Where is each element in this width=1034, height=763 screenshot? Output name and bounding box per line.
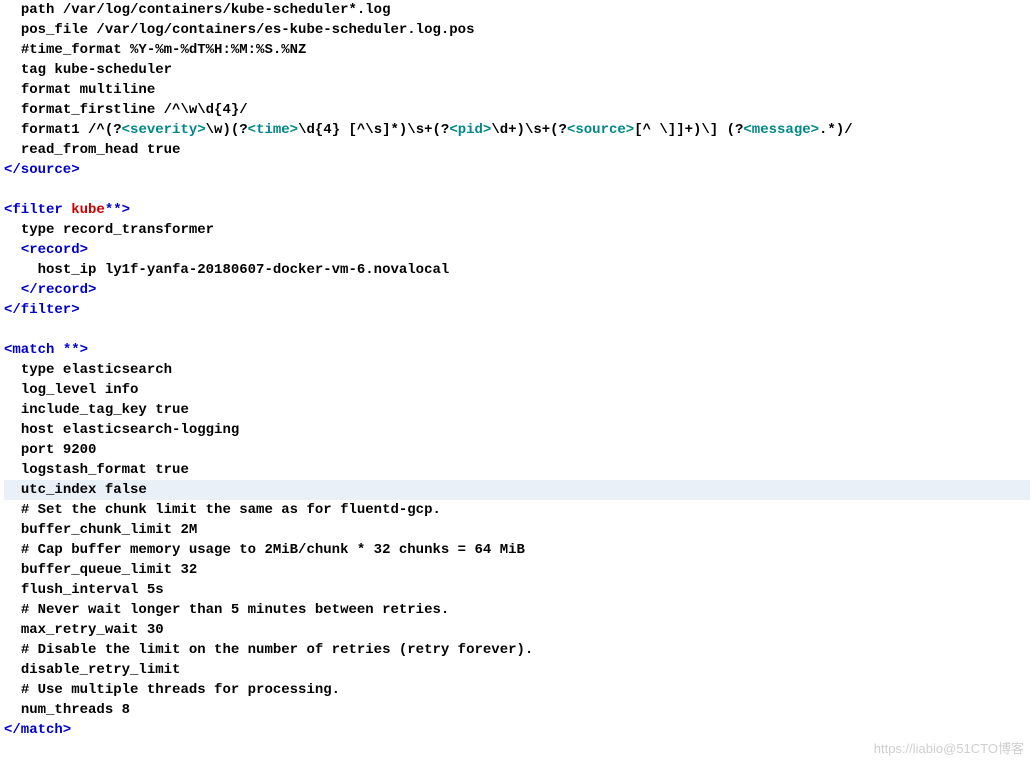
token-tag: </match>: [4, 722, 71, 738]
token-plain: \d+)\s+(?: [491, 122, 567, 138]
code-line: host elasticsearch-logging: [4, 420, 1030, 440]
code-line: host_ip ly1f-yanfa-20180607-docker-vm-6.…: [4, 260, 1030, 280]
token-grp: <time>: [248, 122, 298, 138]
token-plain: # Disable the limit on the number of ret…: [21, 642, 533, 658]
token-plain: logstash_format true: [21, 462, 189, 478]
token-plain: read_from_head true: [21, 142, 181, 158]
token-plain: port 9200: [21, 442, 97, 458]
token-kw: kube: [71, 202, 105, 218]
token-plain: host elasticsearch-logging: [21, 422, 239, 438]
code-line: format multiline: [4, 80, 1030, 100]
token-plain: disable_retry_limit: [21, 662, 181, 678]
token-plain: # Use multiple threads for processing.: [21, 682, 340, 698]
watermark-text: https://liabio@51CTO博客: [874, 738, 1024, 757]
token-plain: \d{4} [^\s]*)\s+(?: [298, 122, 449, 138]
token-tag: </filter>: [4, 302, 80, 318]
token-grp: <pid>: [449, 122, 491, 138]
token-plain: utc_index false: [21, 482, 147, 498]
token-plain: num_threads 8: [21, 702, 130, 718]
token-plain: buffer_chunk_limit 2M: [21, 522, 197, 538]
token-plain: [^ \]]+)\] (?: [634, 122, 743, 138]
token-tag: <filter: [4, 202, 71, 218]
token-tag: **>: [63, 342, 88, 358]
token-plain: # Never wait longer than 5 minutes betwe…: [21, 602, 449, 618]
code-line: </record>: [4, 280, 1030, 300]
token-tag: <record>: [21, 242, 88, 258]
token-plain: # Set the chunk limit the same as for fl…: [21, 502, 441, 518]
code-line: [4, 320, 1030, 340]
code-line: buffer_queue_limit 32: [4, 560, 1030, 580]
token-tag: **>: [105, 202, 130, 218]
token-plain: buffer_queue_limit 32: [21, 562, 197, 578]
token-grp: <source>: [567, 122, 634, 138]
token-plain: flush_interval 5s: [21, 582, 164, 598]
token-plain: max_retry_wait 30: [21, 622, 164, 638]
code-line: disable_retry_limit: [4, 660, 1030, 680]
token-plain: type elasticsearch: [21, 362, 172, 378]
code-line: port 9200: [4, 440, 1030, 460]
token-plain: .*)/: [819, 122, 853, 138]
token-tag: </record>: [21, 282, 97, 298]
token-plain: path /var/log/containers/kube-scheduler*…: [21, 2, 391, 18]
token-plain: host_ip ly1f-yanfa-20180607-docker-vm-6.…: [38, 262, 450, 278]
token-plain: include_tag_key true: [21, 402, 189, 418]
token-plain: type record_transformer: [21, 222, 214, 238]
token-plain: # Cap buffer memory usage to 2MiB/chunk …: [21, 542, 525, 558]
code-line: max_retry_wait 30: [4, 620, 1030, 640]
token-grp: <severity>: [122, 122, 206, 138]
code-line: # Set the chunk limit the same as for fl…: [4, 500, 1030, 520]
code-line: num_threads 8: [4, 700, 1030, 720]
token-plain: format1 /^(?: [21, 122, 122, 138]
code-line: # Disable the limit on the number of ret…: [4, 640, 1030, 660]
token-plain: format_firstline /^\w\d{4}/: [21, 102, 248, 118]
code-line: # Never wait longer than 5 minutes betwe…: [4, 600, 1030, 620]
code-line: flush_interval 5s: [4, 580, 1030, 600]
code-line: </match>: [4, 720, 1030, 740]
code-line: buffer_chunk_limit 2M: [4, 520, 1030, 540]
code-line: logstash_format true: [4, 460, 1030, 480]
code-line: read_from_head true: [4, 140, 1030, 160]
code-line: log_level info: [4, 380, 1030, 400]
code-line: format_firstline /^\w\d{4}/: [4, 100, 1030, 120]
code-line: format1 /^(?<severity>\w)(?<time>\d{4} […: [4, 120, 1030, 140]
token-plain: tag kube-scheduler: [21, 62, 172, 78]
code-line: # Use multiple threads for processing.: [4, 680, 1030, 700]
code-line: [4, 180, 1030, 200]
code-line: pos_file /var/log/containers/es-kube-sch…: [4, 20, 1030, 40]
code-line: path /var/log/containers/kube-scheduler*…: [4, 0, 1030, 20]
code-line: <match **>: [4, 340, 1030, 360]
code-line: tag kube-scheduler: [4, 60, 1030, 80]
config-code-block: path /var/log/containers/kube-scheduler*…: [0, 0, 1034, 740]
token-plain: format multiline: [21, 82, 155, 98]
token-plain: log_level info: [21, 382, 139, 398]
code-line: </source>: [4, 160, 1030, 180]
code-line: <filter kube**>: [4, 200, 1030, 220]
code-line: # Cap buffer memory usage to 2MiB/chunk …: [4, 540, 1030, 560]
code-line: type elasticsearch: [4, 360, 1030, 380]
token-plain: #time_format %Y-%m-%dT%H:%M:%S.%NZ: [21, 42, 307, 58]
code-line: <record>: [4, 240, 1030, 260]
token-tag: <match: [4, 342, 63, 358]
token-plain: pos_file /var/log/containers/es-kube-sch…: [21, 22, 475, 38]
code-line: </filter>: [4, 300, 1030, 320]
code-line: include_tag_key true: [4, 400, 1030, 420]
code-line: utc_index false: [4, 480, 1030, 500]
code-line: #time_format %Y-%m-%dT%H:%M:%S.%NZ: [4, 40, 1030, 60]
token-tag: </source>: [4, 162, 80, 178]
code-line: type record_transformer: [4, 220, 1030, 240]
token-grp: <message>: [743, 122, 819, 138]
token-plain: \w)(?: [206, 122, 248, 138]
